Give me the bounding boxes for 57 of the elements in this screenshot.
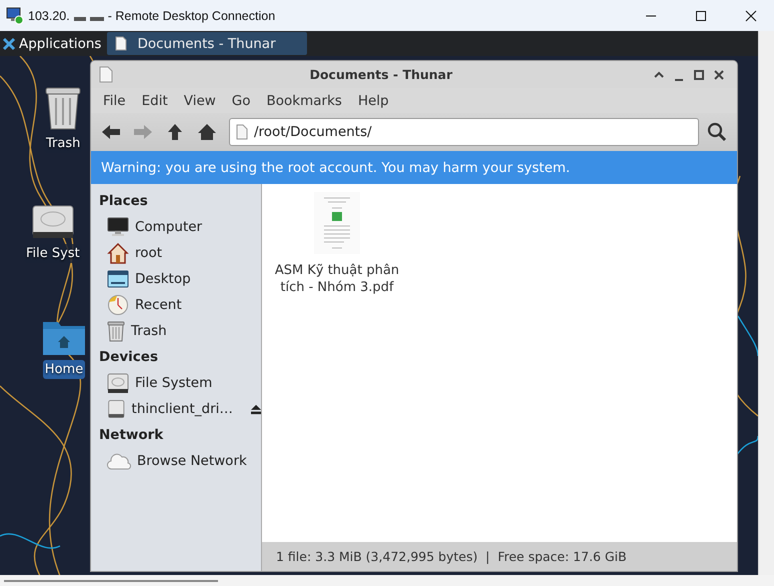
arrow-left-icon: [101, 124, 121, 140]
trash-icon: [107, 320, 125, 342]
menu-item[interactable]: Bookmarks: [258, 88, 350, 113]
computer-icon: [6, 6, 24, 24]
menu-item[interactable]: Go: [224, 88, 259, 113]
sidebar-item[interactable]: Trash: [91, 318, 261, 344]
maximize-icon: [695, 10, 707, 22]
taskbar-button[interactable]: Documents - Thunar: [107, 32, 308, 55]
sidebar-item[interactable]: File System: [91, 370, 261, 396]
hard-drive-icon: [107, 372, 129, 394]
arrow-up-icon: [167, 123, 183, 141]
scrollbar-thumb[interactable]: [4, 580, 218, 582]
eject-icon[interactable]: [250, 404, 261, 414]
warning-banner: Warning: you are using the root account. You may harm your system.: [91, 151, 737, 184]
section-heading: Places: [98, 192, 149, 211]
maximize-icon: [694, 70, 704, 80]
desktop-icon-label[interactable]: Home: [42, 360, 86, 379]
menu-item[interactable]: Edit: [134, 88, 176, 113]
hard-drive-icon: [30, 204, 75, 240]
sidebar-item[interactable]: Recent: [91, 292, 261, 318]
menu-item[interactable]: View: [176, 88, 224, 113]
desktop-icon-label[interactable]: File Syst: [24, 244, 82, 263]
clock-icon: [107, 294, 129, 316]
document-icon: [236, 124, 248, 140]
redaction-mark: [74, 16, 86, 20]
close-icon: [714, 70, 724, 80]
document-icon: [115, 36, 128, 51]
monitor-icon: [107, 217, 129, 237]
file-item[interactable]: ASM Kỹ thuật phân tích - Nhóm 3.pdf: [270, 192, 404, 534]
minimize-icon: [674, 78, 684, 80]
cloud-icon: [107, 452, 131, 470]
section-heading: Network: [98, 426, 164, 445]
sidebar-item[interactable]: Browse Network: [91, 448, 261, 474]
desktop-icon: [107, 270, 129, 288]
sidebar-item[interactable]: Desktop: [91, 266, 261, 292]
sidebar-item[interactable]: Computer: [91, 214, 261, 240]
chevron-up-icon: [654, 70, 664, 78]
redaction-mark: [90, 16, 104, 20]
menu-item[interactable]: Help: [350, 88, 397, 113]
close-icon: [745, 10, 757, 22]
window-title: 103.20.: [28, 8, 70, 22]
sidebar-item[interactable]: root: [91, 240, 261, 266]
arrow-right-icon: [133, 124, 153, 140]
location-field[interactable]: /root/Documents/: [229, 118, 699, 146]
home-icon: [197, 123, 217, 141]
document-icon: [99, 66, 113, 83]
drive-icon: [107, 398, 126, 420]
house-icon: [107, 242, 129, 264]
section-heading: Devices: [98, 348, 159, 367]
x-logo-icon: [2, 36, 16, 50]
window-title: - Remote Desktop Connection: [108, 8, 276, 22]
status-bar: 1 file: 3.3 MiB (3,472,995 bytes) | Free space: 17.6 GiB: [262, 542, 737, 571]
applications-menu[interactable]: Applications: [0, 31, 108, 56]
window-title: Documents - Thunar: [308, 67, 454, 82]
menu-item[interactable]: File: [95, 88, 134, 113]
sidebar-item[interactable]: thinclient_dri…: [91, 396, 261, 422]
search-icon: [707, 122, 727, 142]
